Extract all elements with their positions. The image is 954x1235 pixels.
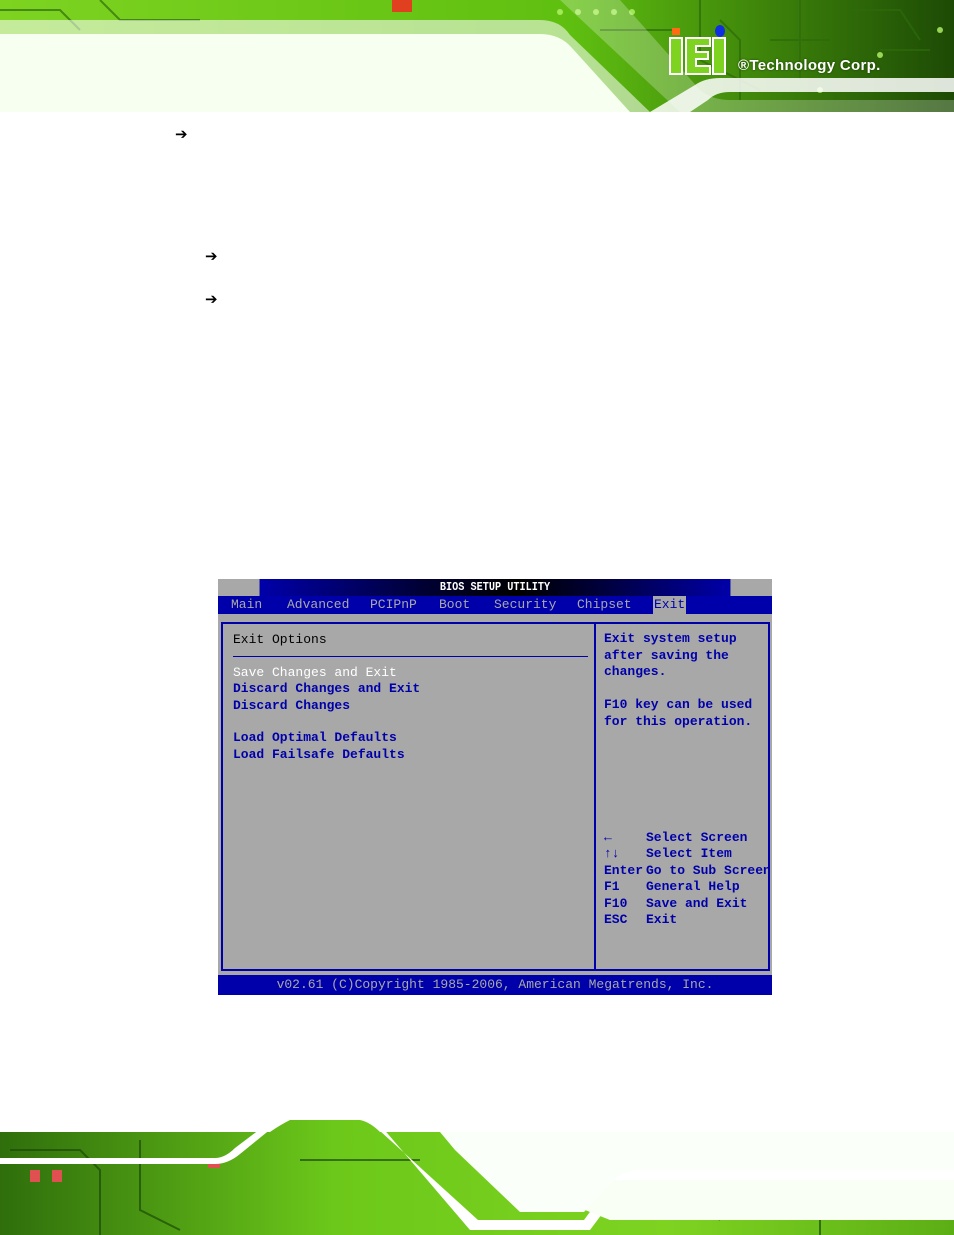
- key-legend-row: F1 General Help: [604, 879, 740, 894]
- key-legend-row: ↑↓ Select Item: [604, 846, 732, 861]
- menu-item-discard-changes[interactable]: Discard Changes: [233, 698, 350, 713]
- help-line: after saving the: [604, 648, 729, 663]
- key-action: Go to Sub Screen: [646, 863, 771, 878]
- tab-pcipnp[interactable]: PCIPnP: [369, 596, 418, 614]
- options-panel: Exit Options Save Changes and Exit Disca…: [221, 622, 596, 971]
- bios-setup-screen: BIOS SETUP UTILITY Main Advanced PCIPnP …: [218, 579, 772, 995]
- tab-exit[interactable]: Exit: [653, 596, 687, 614]
- bios-footer: v02.61 (C)Copyright 1985-2006, American …: [218, 975, 772, 995]
- key-label: ESC: [604, 912, 628, 927]
- bios-tab-bar: Main Advanced PCIPnP Boot Security Chips…: [218, 596, 772, 614]
- menu-item-load-failsafe-defaults[interactable]: Load Failsafe Defaults: [233, 747, 405, 762]
- key-label: ←: [604, 830, 612, 845]
- key-label: F1: [604, 879, 620, 894]
- menu-item-load-optimal-defaults[interactable]: Load Optimal Defaults: [233, 730, 397, 745]
- key-legend-row: Enter Go to Sub Screen: [604, 863, 771, 878]
- menu-item-discard-changes-and-exit[interactable]: Discard Changes and Exit: [233, 681, 420, 696]
- header-banner: ®Technology Corp.: [0, 0, 954, 112]
- tab-chipset[interactable]: Chipset: [576, 596, 633, 614]
- circuit-board-graphic: [0, 0, 954, 112]
- tab-advanced[interactable]: Advanced: [286, 596, 350, 614]
- iei-logo: [669, 25, 726, 75]
- key-action: General Help: [646, 879, 740, 894]
- help-panel: Exit system setup after saving the chang…: [594, 622, 771, 971]
- key-action: Save and Exit: [646, 896, 748, 911]
- brand-name: ®Technology Corp.: [738, 57, 881, 74]
- key-action: Exit: [646, 912, 678, 927]
- circuit-board-graphic: [0, 1120, 954, 1235]
- arrow-right-icon: ➔: [205, 247, 218, 265]
- bios-title: BIOS SETUP UTILITY: [259, 579, 731, 596]
- help-line: for this operation.: [604, 714, 753, 729]
- section-divider: [233, 656, 588, 657]
- key-legend-row: ESC Exit: [604, 912, 677, 927]
- help-line: Exit system setup: [604, 631, 737, 646]
- key-label: ↑↓: [604, 846, 620, 861]
- key-legend-row: F10 Save and Exit: [604, 896, 747, 911]
- help-line: changes.: [604, 664, 667, 679]
- section-title: Exit Options: [233, 632, 327, 647]
- key-action: Select Screen: [646, 830, 748, 845]
- help-line: F10 key can be used: [604, 697, 753, 712]
- arrow-right-icon: ➔: [175, 125, 188, 143]
- tab-security[interactable]: Security: [493, 596, 557, 614]
- key-legend-row: ← Select Screen: [604, 830, 747, 845]
- key-label: Enter: [604, 863, 644, 878]
- footer-banner: [0, 1120, 954, 1235]
- menu-item-save-changes-and-exit[interactable]: Save Changes and Exit: [233, 665, 397, 680]
- arrow-right-icon: ➔: [205, 290, 218, 308]
- key-action: Select Item: [646, 846, 732, 861]
- key-label: F10: [604, 896, 628, 911]
- tab-boot[interactable]: Boot: [438, 596, 471, 614]
- tab-main[interactable]: Main: [230, 596, 263, 614]
